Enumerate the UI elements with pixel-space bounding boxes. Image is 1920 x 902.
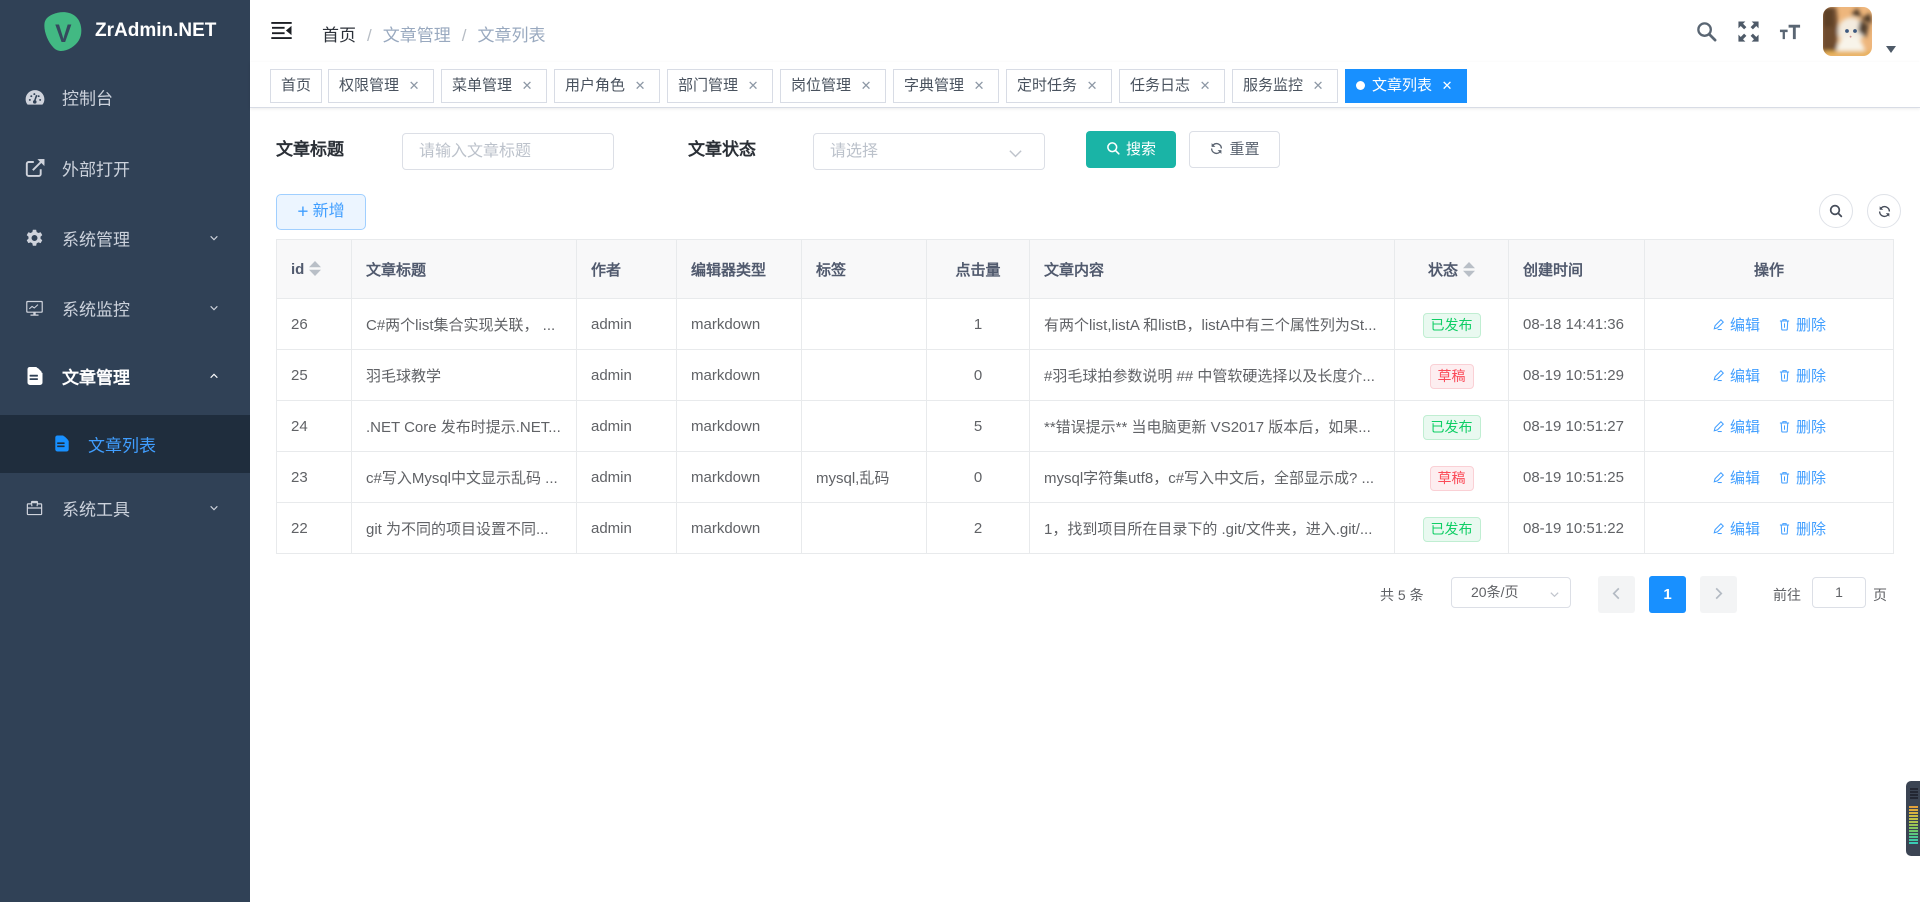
svg-text:V: V — [55, 21, 72, 48]
